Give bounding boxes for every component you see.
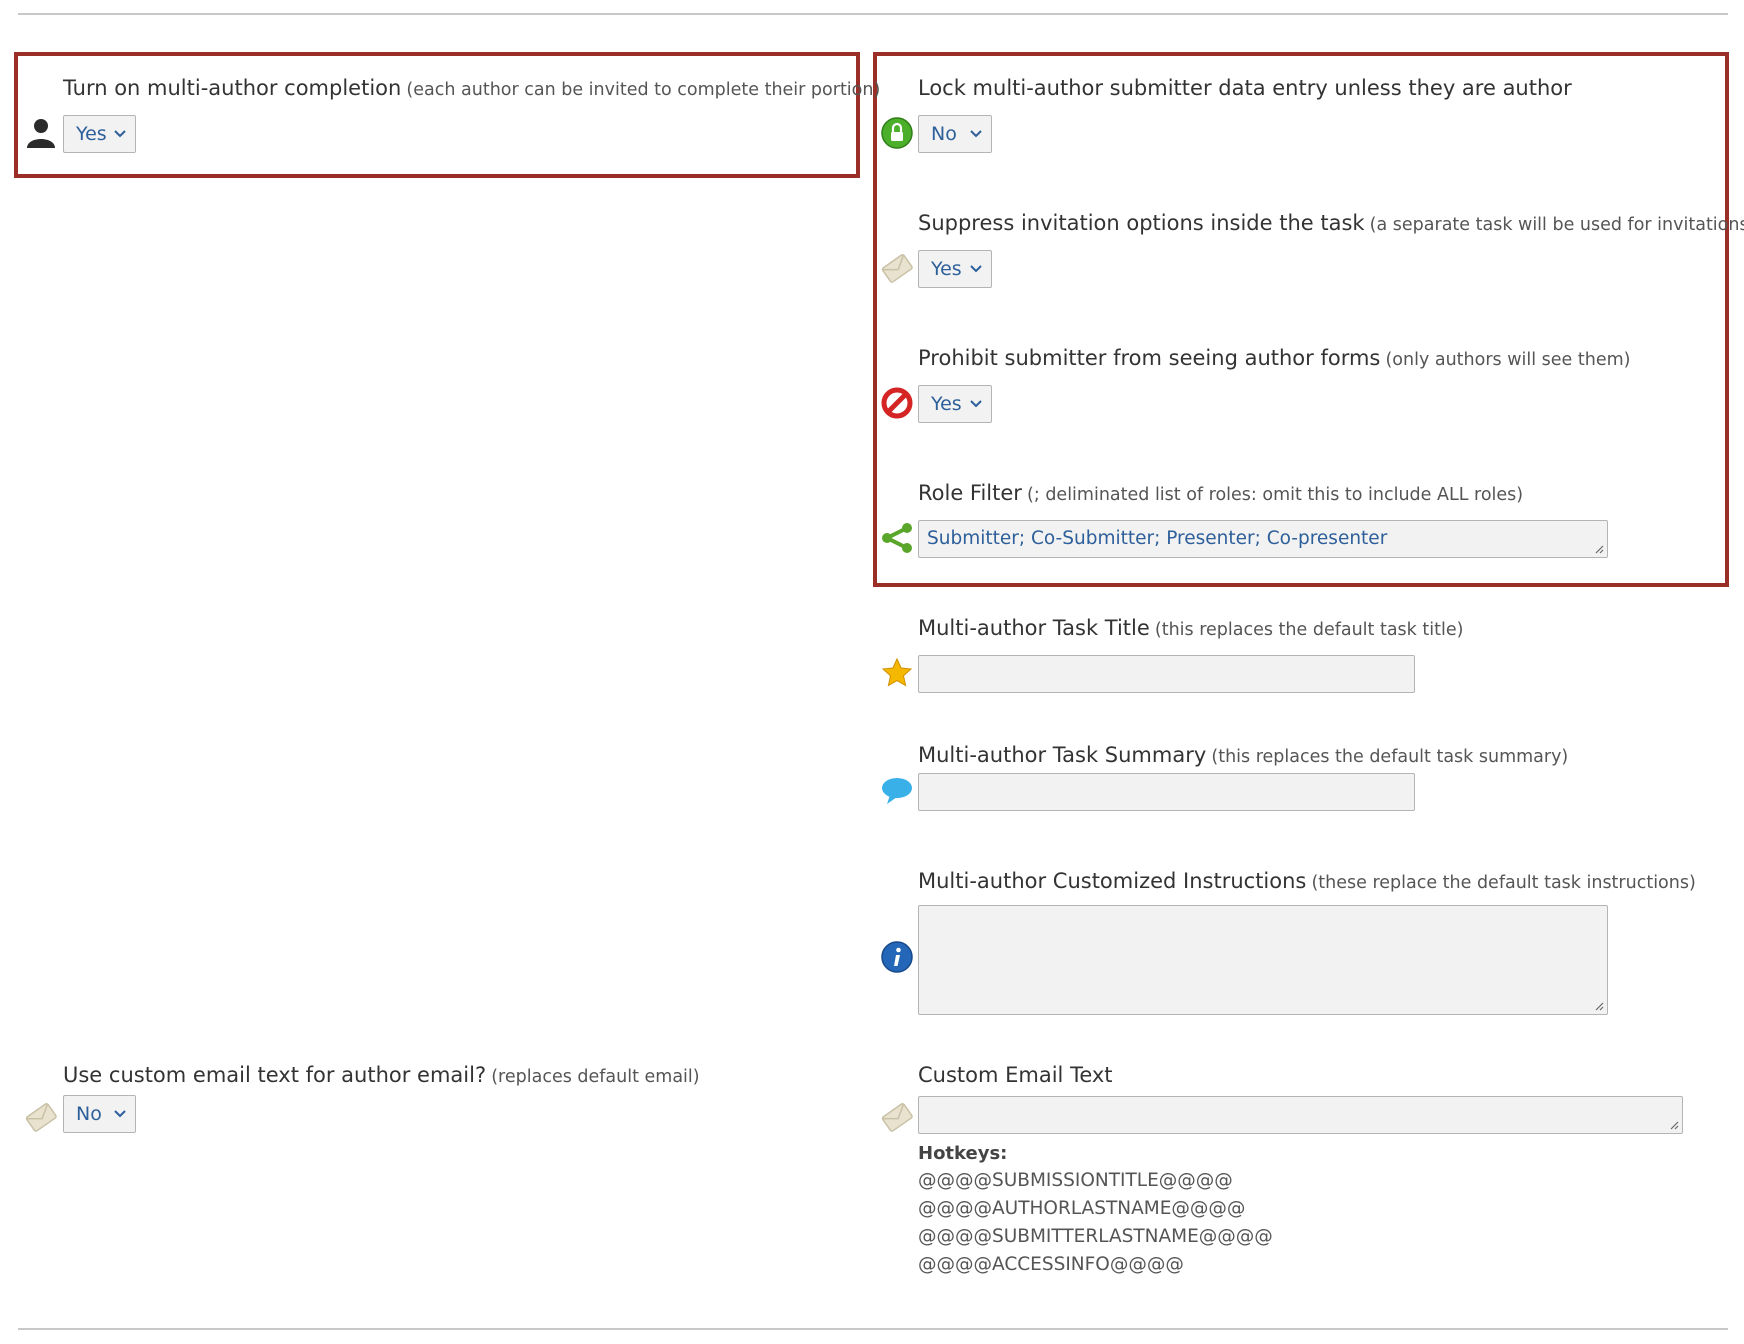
bottom-divider bbox=[18, 1328, 1728, 1330]
suppress-invites-select-value: Yes bbox=[931, 258, 962, 280]
task-summary-label: Multi-author Task Summary (this replaces… bbox=[918, 743, 1568, 767]
role-filter-input[interactable]: Submitter; Co-Submitter; Presenter; Co-p… bbox=[918, 520, 1608, 558]
custom-email-toggle-label-main: Use custom email text for author email? bbox=[63, 1063, 487, 1087]
chevron-down-icon bbox=[114, 1110, 126, 1118]
hotkey-item: @@@@ACCESSINFO@@@@ bbox=[918, 1254, 1184, 1275]
suppress-invites-select[interactable]: Yes bbox=[918, 250, 992, 288]
hotkey-item: @@@@SUBMITTERLASTNAME@@@@ bbox=[918, 1226, 1273, 1247]
speech-bubble-icon bbox=[882, 778, 912, 804]
prohibit-forms-select-value: Yes bbox=[931, 393, 962, 415]
role-filter-label-main: Role Filter bbox=[918, 481, 1022, 505]
info-icon bbox=[881, 941, 913, 973]
suppress-invites-label-note: (a separate task will be used for invita… bbox=[1369, 215, 1744, 235]
hotkey-item: @@@@AUTHORLASTNAME@@@@ bbox=[918, 1198, 1246, 1219]
instructions-label-note: (these replace the default task instruct… bbox=[1311, 873, 1696, 893]
highlight-box-right bbox=[873, 52, 1729, 587]
custom-email-toggle-label: Use custom email text for author email? … bbox=[63, 1063, 700, 1087]
chevron-down-icon bbox=[970, 130, 982, 138]
resize-grip-icon[interactable] bbox=[1669, 1120, 1679, 1130]
multi-author-label: Turn on multi-author completion (each au… bbox=[63, 76, 880, 100]
suppress-invites-label-main: Suppress invitation options inside the t… bbox=[918, 211, 1365, 235]
lock-entry-select[interactable]: No bbox=[918, 115, 992, 153]
prohibit-forms-select[interactable]: Yes bbox=[918, 385, 992, 423]
instructions-label: Multi-author Customized Instructions (th… bbox=[918, 869, 1696, 893]
multi-author-select-value: Yes bbox=[76, 123, 107, 145]
prohibit-forms-label: Prohibit submitter from seeing author fo… bbox=[918, 346, 1630, 370]
task-summary-input[interactable] bbox=[918, 773, 1415, 811]
custom-email-text-input[interactable] bbox=[918, 1096, 1683, 1134]
top-divider bbox=[18, 13, 1728, 15]
envelope-icon bbox=[881, 1103, 913, 1132]
prohibit-forms-label-note: (only authors will see them) bbox=[1385, 350, 1631, 370]
chevron-down-icon bbox=[970, 400, 982, 408]
instructions-textarea[interactable] bbox=[918, 905, 1608, 1015]
role-filter-input-value: Submitter; Co-Submitter; Presenter; Co-p… bbox=[927, 528, 1388, 549]
multi-author-select[interactable]: Yes bbox=[63, 115, 136, 153]
multi-author-label-main: Turn on multi-author completion bbox=[63, 76, 402, 100]
custom-email-toggle-label-note: (replaces default email) bbox=[491, 1067, 700, 1087]
custom-email-text-label-main: Custom Email Text bbox=[918, 1063, 1113, 1087]
custom-email-text-label: Custom Email Text bbox=[918, 1063, 1113, 1087]
task-title-input[interactable] bbox=[918, 655, 1415, 693]
envelope-icon bbox=[881, 254, 913, 283]
lock-entry-label: Lock multi-author submitter data entry u… bbox=[918, 76, 1572, 100]
suppress-invites-label: Suppress invitation options inside the t… bbox=[918, 211, 1744, 235]
person-icon bbox=[27, 119, 55, 148]
role-filter-label-note: (; deliminated list of roles: omit this … bbox=[1027, 485, 1524, 505]
prohibit-forms-label-main: Prohibit submitter from seeing author fo… bbox=[918, 346, 1381, 370]
chevron-down-icon bbox=[970, 265, 982, 273]
hotkey-item: @@@@SUBMISSIONTITLE@@@@ bbox=[918, 1170, 1233, 1191]
task-title-label-main: Multi-author Task Title bbox=[918, 616, 1150, 640]
task-summary-label-note: (this replaces the default task summary) bbox=[1211, 747, 1569, 767]
prohibited-icon bbox=[881, 387, 913, 419]
role-filter-label: Role Filter (; deliminated list of roles… bbox=[918, 481, 1523, 505]
lock-entry-select-value: No bbox=[931, 123, 957, 145]
task-title-label-note: (this replaces the default task title) bbox=[1154, 620, 1464, 640]
star-icon bbox=[881, 657, 913, 687]
instructions-label-main: Multi-author Customized Instructions bbox=[918, 869, 1307, 893]
hotkeys-title: Hotkeys: bbox=[918, 1143, 1008, 1164]
custom-email-toggle-select[interactable]: No bbox=[63, 1095, 136, 1133]
task-title-label: Multi-author Task Title (this replaces t… bbox=[918, 616, 1463, 640]
multi-author-label-note: (each author can be invited to complete … bbox=[406, 80, 881, 100]
custom-email-toggle-select-value: No bbox=[76, 1103, 102, 1125]
lock-entry-label-main: Lock multi-author submitter data entry u… bbox=[918, 76, 1572, 100]
highlight-box-left bbox=[14, 52, 860, 178]
chevron-down-icon bbox=[114, 130, 126, 138]
share-icon bbox=[882, 523, 912, 553]
lock-icon bbox=[881, 117, 913, 149]
resize-grip-icon[interactable] bbox=[1594, 544, 1604, 554]
resize-grip-icon[interactable] bbox=[1594, 1001, 1604, 1011]
task-summary-label-main: Multi-author Task Summary bbox=[918, 743, 1207, 767]
envelope-icon bbox=[25, 1103, 57, 1132]
